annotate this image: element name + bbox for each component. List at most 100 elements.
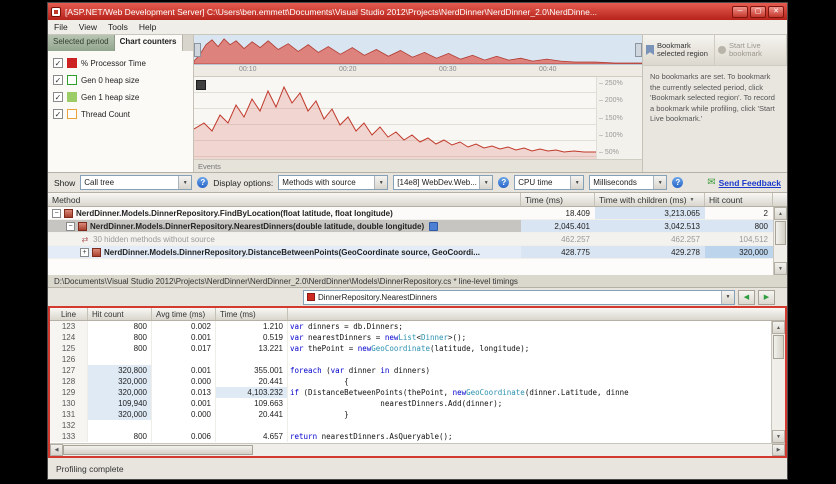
- events-label: Events: [198, 161, 221, 171]
- line-hit-count: [88, 420, 152, 431]
- time-with-children-cell: 429.278: [595, 246, 705, 258]
- scroll-track[interactable]: [772, 360, 785, 430]
- source-line[interactable]: 127 320,800 0.001 355.001 foreach (var dinn…: [50, 365, 771, 376]
- bookmark-region-button[interactable]: Bookmark selected region: [643, 35, 715, 65]
- start-live-bookmark-button[interactable]: Start Live bookmark: [715, 35, 787, 65]
- time-label: 00:40: [539, 66, 557, 73]
- chart-section: Selected period Chart counters ✓ % Process…: [48, 35, 787, 173]
- method-name: NerdDinner.Models.DinnerRepository.Neare…: [90, 221, 425, 231]
- performance-chart[interactable]: [194, 77, 596, 159]
- checkbox-checked-icon[interactable]: ✓: [53, 75, 63, 85]
- scroll-track[interactable]: [774, 246, 787, 262]
- scroll-track[interactable]: [253, 444, 772, 456]
- scroll-thumb[interactable]: [773, 335, 784, 359]
- checkbox-checked-icon[interactable]: ✓: [53, 92, 63, 102]
- menu-tools[interactable]: Tools: [108, 22, 128, 32]
- scroll-left-icon[interactable]: ◀: [50, 444, 63, 456]
- help-icon[interactable]: ?: [498, 177, 510, 188]
- line-avg-time: 0.000: [152, 376, 216, 387]
- column-header-time[interactable]: Time (ms): [521, 193, 595, 206]
- line-hit-count: 109,940: [88, 398, 152, 409]
- source-line[interactable]: 124 800 0.001 0.519 var nearestDinners = ne…: [50, 332, 771, 343]
- chart-left-panel: Selected period Chart counters ✓ % Process…: [48, 35, 194, 172]
- selection-handle-left[interactable]: [194, 43, 201, 57]
- minimize-button[interactable]: ─: [732, 5, 748, 18]
- scroll-down-icon[interactable]: ▼: [772, 430, 785, 443]
- send-feedback-link[interactable]: Send Feedback: [719, 178, 781, 188]
- source-line[interactable]: 125 800 0.017 13.221 var thePoint = new Geo…: [50, 343, 771, 354]
- display-options-label: Display options:: [213, 177, 274, 188]
- show-select[interactable]: Call tree ▼: [80, 175, 193, 190]
- counter-label: Thread Count: [81, 109, 130, 119]
- maximize-button[interactable]: ▢: [750, 5, 766, 18]
- scroll-thumb[interactable]: [63, 445, 253, 455]
- counter-row: ✓ Gen 1 heap size: [53, 92, 188, 102]
- column-header-line[interactable]: Line: [50, 308, 88, 320]
- source-line[interactable]: 128 320,000 0.000 20.441 {: [50, 376, 771, 387]
- column-header-hit-count[interactable]: Hit count: [705, 193, 773, 206]
- method-filter-value: Methods with source: [282, 178, 356, 187]
- checkbox-checked-icon[interactable]: ✓: [53, 58, 63, 68]
- method-row[interactable]: ⇄ 30 hidden methods without source 462.257…: [48, 233, 773, 246]
- source-line[interactable]: 129 320,000 0.013 4,103.232 if (DistanceBet…: [50, 387, 771, 398]
- method-rows: − NerdDinner.Models.DinnerRepository.Find…: [48, 207, 773, 275]
- process-select[interactable]: [14e8] WebDev.Web... ▼: [393, 175, 494, 190]
- scroll-right-icon[interactable]: ▶: [772, 444, 785, 456]
- checkbox-checked-icon[interactable]: ✓: [53, 109, 63, 119]
- event-marker[interactable]: [196, 80, 206, 90]
- source-line[interactable]: 126: [50, 354, 771, 365]
- help-icon[interactable]: ?: [672, 177, 684, 188]
- column-header-line-time[interactable]: Time (ms): [216, 308, 288, 320]
- collapse-icon[interactable]: −: [52, 208, 61, 218]
- line-time: 1.210: [216, 321, 288, 332]
- column-header-method[interactable]: Method: [48, 193, 521, 206]
- method-grid-scrollbar[interactable]: ▲ ▼: [773, 207, 787, 275]
- scroll-down-icon[interactable]: ▼: [774, 262, 787, 275]
- timeline-overview[interactable]: [194, 35, 642, 65]
- scroll-up-icon[interactable]: ▲: [774, 207, 787, 220]
- column-header-line-hit-count[interactable]: Hit count: [88, 308, 152, 320]
- close-button[interactable]: ✕: [768, 5, 784, 18]
- source-line[interactable]: 123 800 0.002 1.210 var dinners = db.Dinner…: [50, 321, 771, 332]
- time-axis: 00:10 00:20 00:30 00:40: [194, 65, 642, 77]
- source-vertical-scrollbar[interactable]: ▲ ▼: [771, 321, 785, 443]
- scroll-up-icon[interactable]: ▲: [772, 321, 785, 334]
- feedback-area: ✉ Send Feedback: [707, 177, 781, 188]
- expand-icon[interactable]: +: [80, 247, 89, 257]
- line-avg-time: 0.001: [152, 332, 216, 343]
- counter-label: Gen 0 heap size: [81, 75, 140, 85]
- method-row[interactable]: − NerdDinner.Models.DinnerRepository.Near…: [48, 220, 773, 233]
- collapse-icon[interactable]: −: [66, 221, 75, 231]
- tab-selected-period[interactable]: Selected period: [48, 35, 115, 51]
- nav-forward-button[interactable]: ▶: [758, 289, 775, 305]
- time-cell: 18.409: [565, 208, 590, 218]
- menu-file[interactable]: File: [54, 22, 68, 32]
- method-filter-select[interactable]: Methods with source ▼: [278, 175, 389, 190]
- source-horizontal-scrollbar[interactable]: ◀ ▶: [50, 443, 785, 456]
- nav-back-button[interactable]: ◀: [738, 289, 755, 305]
- units-select[interactable]: Milliseconds ▼: [589, 175, 668, 190]
- time-type-select[interactable]: CPU time ▼: [514, 175, 585, 190]
- column-header-avg-time[interactable]: Avg time (ms): [152, 308, 216, 320]
- method-selector[interactable]: DinnerRepository.NearestDinners ▼: [303, 289, 735, 305]
- source-line[interactable]: 132: [50, 420, 771, 431]
- scroll-thumb[interactable]: [775, 221, 786, 245]
- line-number: 129: [50, 387, 88, 398]
- selection-handle-right[interactable]: [635, 43, 642, 57]
- chevron-down-icon: ▼: [178, 176, 192, 189]
- menu-help[interactable]: Help: [139, 22, 156, 32]
- source-line[interactable]: 133 800 0.006 4.657 return nearestDinners.A…: [50, 431, 771, 442]
- line-avg-time: 0.000: [152, 409, 216, 420]
- y-axis-labels: 250% 200% 150% 100% 50%: [596, 77, 642, 159]
- column-header-time-with-children[interactable]: Time with children (ms) ▼: [595, 193, 705, 206]
- method-row[interactable]: + NerdDinner.Models.DinnerRepository.Dist…: [48, 246, 773, 259]
- menu-bar: File View Tools Help: [48, 20, 787, 35]
- source-line[interactable]: 131 320,000 0.000 20.441 }: [50, 409, 771, 420]
- tab-chart-counters[interactable]: Chart counters: [114, 35, 183, 51]
- method-row[interactable]: − NerdDinner.Models.DinnerRepository.Find…: [48, 207, 773, 220]
- source-line[interactable]: 130 109,940 0.001 109.663 nearestDinners.Ad…: [50, 398, 771, 409]
- help-icon[interactable]: ?: [197, 177, 209, 188]
- source-lines: 123 800 0.002 1.210 var dinners = db.Dinner…: [50, 321, 771, 443]
- menu-view[interactable]: View: [79, 22, 97, 32]
- method-grid-body: − NerdDinner.Models.DinnerRepository.Find…: [48, 207, 787, 275]
